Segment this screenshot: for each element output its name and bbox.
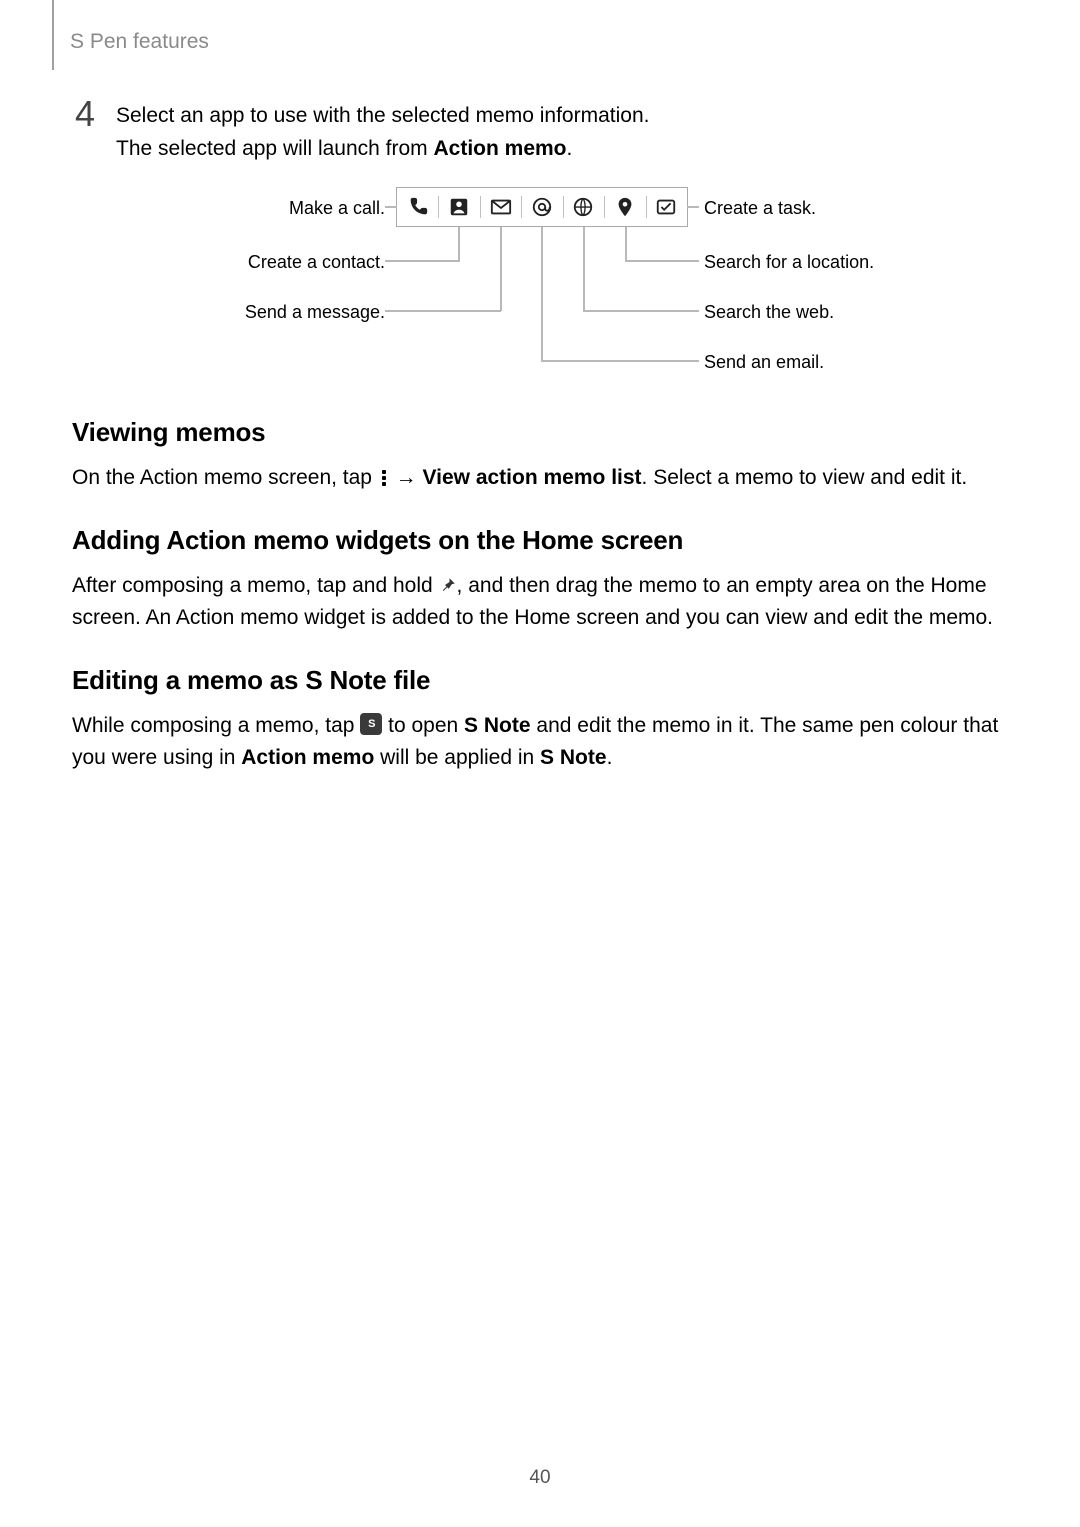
action-memo-toolbar-diagram: Make a call. Create a contact. Send a me… bbox=[190, 187, 950, 377]
paragraph-viewing-memos: On the Action memo screen, tap → View ac… bbox=[72, 462, 1008, 495]
section-viewing-memos: Viewing memos On the Action memo screen,… bbox=[72, 417, 1008, 495]
callout-send-message: Send a message. bbox=[190, 303, 385, 321]
header-accent-line bbox=[52, 0, 54, 70]
callout-make-call: Make a call. bbox=[190, 199, 385, 217]
contact-icon bbox=[438, 188, 479, 226]
task-check-icon bbox=[646, 188, 687, 226]
action-memo-toolbar bbox=[396, 187, 688, 227]
callout-create-contact: Create a contact. bbox=[190, 253, 385, 271]
email-at-icon bbox=[521, 188, 562, 226]
heading-editing-snote: Editing a memo as S Note file bbox=[72, 665, 1008, 696]
section-adding-widgets: Adding Action memo widgets on the Home s… bbox=[72, 525, 1008, 635]
web-globe-icon bbox=[563, 188, 604, 226]
s-note-app-icon: S bbox=[360, 713, 382, 735]
paragraph-adding-widgets: After composing a memo, tap and hold , a… bbox=[72, 570, 1008, 635]
callout-search-location: Search for a location. bbox=[704, 253, 874, 271]
page-content: 4 Select an app to use with the selected… bbox=[72, 100, 1008, 787]
step-line-1: Select an app to use with the selected m… bbox=[116, 100, 649, 133]
numbered-step: 4 Select an app to use with the selected… bbox=[72, 100, 1008, 165]
section-editing-snote: Editing a memo as S Note file While comp… bbox=[72, 665, 1008, 775]
paragraph-editing-snote: While composing a memo, tap S to open S … bbox=[72, 710, 1008, 775]
phone-icon bbox=[397, 188, 438, 226]
step-line-2: The selected app will launch from Action… bbox=[116, 133, 649, 166]
step-number: 4 bbox=[72, 96, 98, 132]
callout-create-task: Create a task. bbox=[704, 199, 816, 217]
step-body: Select an app to use with the selected m… bbox=[116, 100, 649, 165]
pin-icon bbox=[439, 576, 457, 594]
section-header: S Pen features bbox=[70, 30, 209, 54]
heading-viewing-memos: Viewing memos bbox=[72, 417, 1008, 448]
callout-search-web: Search the web. bbox=[704, 303, 834, 321]
heading-adding-widgets: Adding Action memo widgets on the Home s… bbox=[72, 525, 1008, 556]
message-icon bbox=[480, 188, 521, 226]
page: S Pen features 4 Select an app to use wi… bbox=[0, 0, 1080, 1527]
page-number: 40 bbox=[0, 1467, 1080, 1489]
more-options-icon bbox=[378, 470, 390, 486]
callout-send-email: Send an email. bbox=[704, 353, 824, 371]
location-pin-icon bbox=[604, 188, 645, 226]
